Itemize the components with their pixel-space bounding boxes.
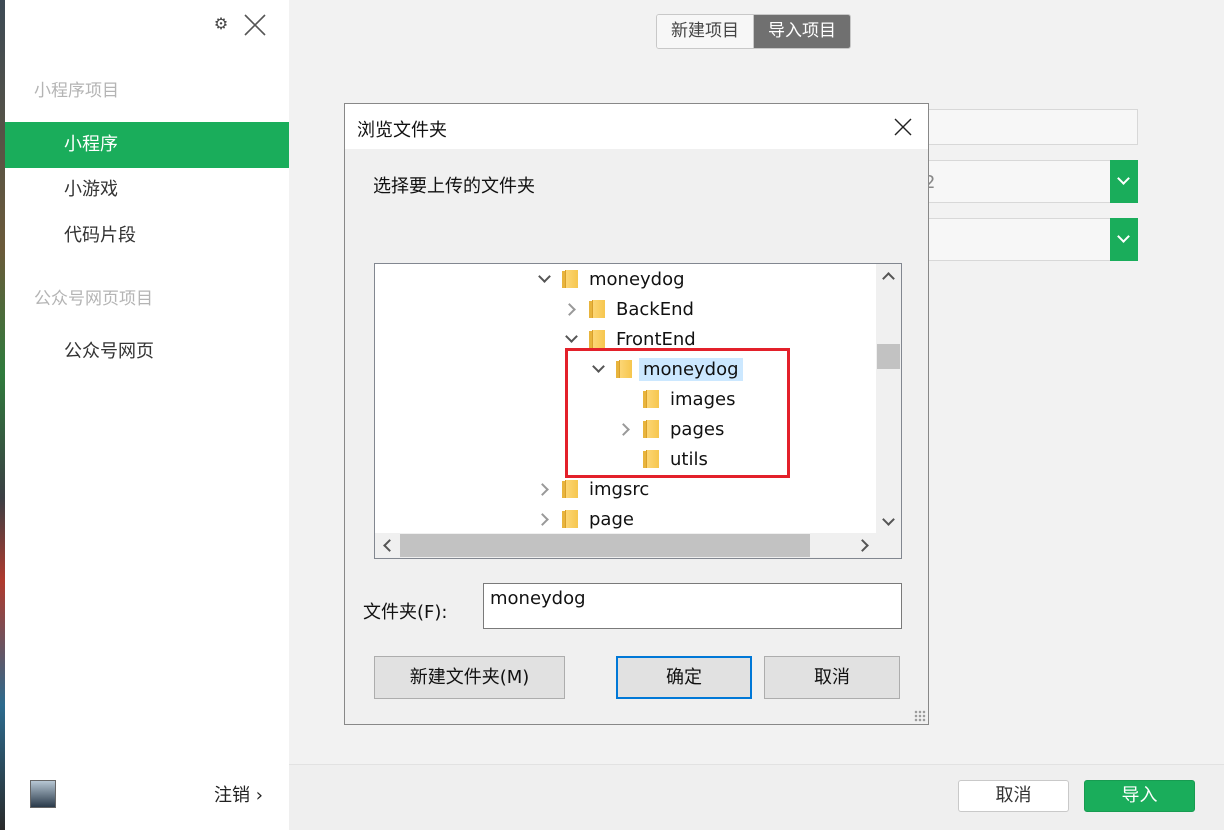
dialog-prompt: 选择要上传的文件夹: [373, 176, 535, 197]
tree-item[interactable]: moneydog: [535, 266, 685, 292]
chevron-down-icon[interactable]: [535, 266, 555, 292]
folder-name-input[interactable]: moneydog: [483, 583, 902, 629]
logout-button[interactable]: 注销 ›: [214, 781, 263, 807]
scroll-up-arrow-icon[interactable]: [876, 264, 901, 288]
tree-item-label: moneydog: [589, 268, 685, 290]
scrollbar-corner: [876, 533, 901, 558]
section-title-official-account: 公众号网页项目: [34, 289, 153, 309]
sidebar-item-code-snippet[interactable]: 代码片段: [5, 213, 289, 259]
cancel-button[interactable]: 取消: [958, 780, 1069, 812]
folder-icon: [589, 330, 605, 348]
sidebar-item-official-account-web[interactable]: 公众号网页: [5, 329, 289, 375]
chevron-right-icon[interactable]: [535, 506, 555, 532]
folder-icon: [562, 510, 578, 528]
project-name-input[interactable]: [928, 109, 1138, 145]
folder-field-label: 文件夹(F):: [363, 602, 448, 623]
new-folder-button[interactable]: 新建文件夹(M): [374, 656, 565, 699]
close-icon[interactable]: [243, 13, 267, 37]
gear-icon[interactable]: ⚙: [212, 15, 230, 33]
vertical-scrollbar[interactable]: [876, 264, 901, 534]
chevron-right-icon[interactable]: [562, 296, 582, 322]
folder-icon: [562, 480, 578, 498]
tab-new-project[interactable]: 新建项目: [657, 15, 754, 48]
tree-item-label: FrontEnd: [616, 328, 696, 350]
avatar[interactable]: [30, 780, 56, 808]
sidebar: ⚙ 小程序项目 小程序 小游戏 代码片段 公众号网页项目 公众号网页 注销 ›: [5, 0, 289, 830]
sidebar-item-minigame[interactable]: 小游戏: [5, 167, 289, 213]
chevron-right-icon[interactable]: [535, 476, 555, 502]
scroll-thumb[interactable]: [400, 534, 810, 557]
folder-icon: [589, 300, 605, 318]
section-title-miniprogram: 小程序项目: [34, 81, 119, 101]
scroll-right-arrow-icon[interactable]: [852, 533, 877, 558]
scroll-thumb[interactable]: [877, 344, 900, 369]
project-mode-tabs: 新建项目 导入项目: [656, 14, 851, 49]
tab-import-project[interactable]: 导入项目: [754, 15, 850, 48]
tree-item-label: BackEnd: [616, 298, 694, 320]
folder-icon: [562, 270, 578, 288]
chevron-down-icon[interactable]: [1110, 160, 1138, 203]
ok-button[interactable]: 确定: [616, 656, 752, 699]
scroll-left-arrow-icon[interactable]: [375, 533, 400, 558]
browse-folder-dialog: 浏览文件夹 选择要上传的文件夹 page imgsrc utils pages imag…: [344, 103, 929, 725]
tree-item[interactable]: BackEnd: [562, 296, 694, 322]
directory-select[interactable]: [928, 160, 1138, 203]
tree-item[interactable]: page: [535, 506, 634, 532]
close-icon[interactable]: [892, 116, 914, 138]
horizontal-scrollbar[interactable]: [375, 533, 877, 558]
dialog-titlebar: 浏览文件夹: [345, 104, 928, 149]
tree-item-label: imgsrc: [589, 478, 650, 500]
dialog-cancel-button[interactable]: 取消: [764, 656, 900, 699]
tree-item[interactable]: imgsrc: [535, 476, 649, 502]
sidebar-item-miniprogram[interactable]: 小程序: [5, 122, 289, 168]
scroll-down-arrow-icon[interactable]: [876, 510, 901, 534]
appid-select[interactable]: [928, 218, 1138, 261]
resize-grip-icon[interactable]: [914, 710, 926, 722]
tree-item-label: page: [589, 508, 634, 530]
dialog-title: 浏览文件夹: [357, 120, 447, 141]
import-button[interactable]: 导入: [1084, 780, 1195, 812]
annotation-highlight-box: [565, 348, 790, 478]
chevron-down-icon[interactable]: [1110, 218, 1138, 261]
